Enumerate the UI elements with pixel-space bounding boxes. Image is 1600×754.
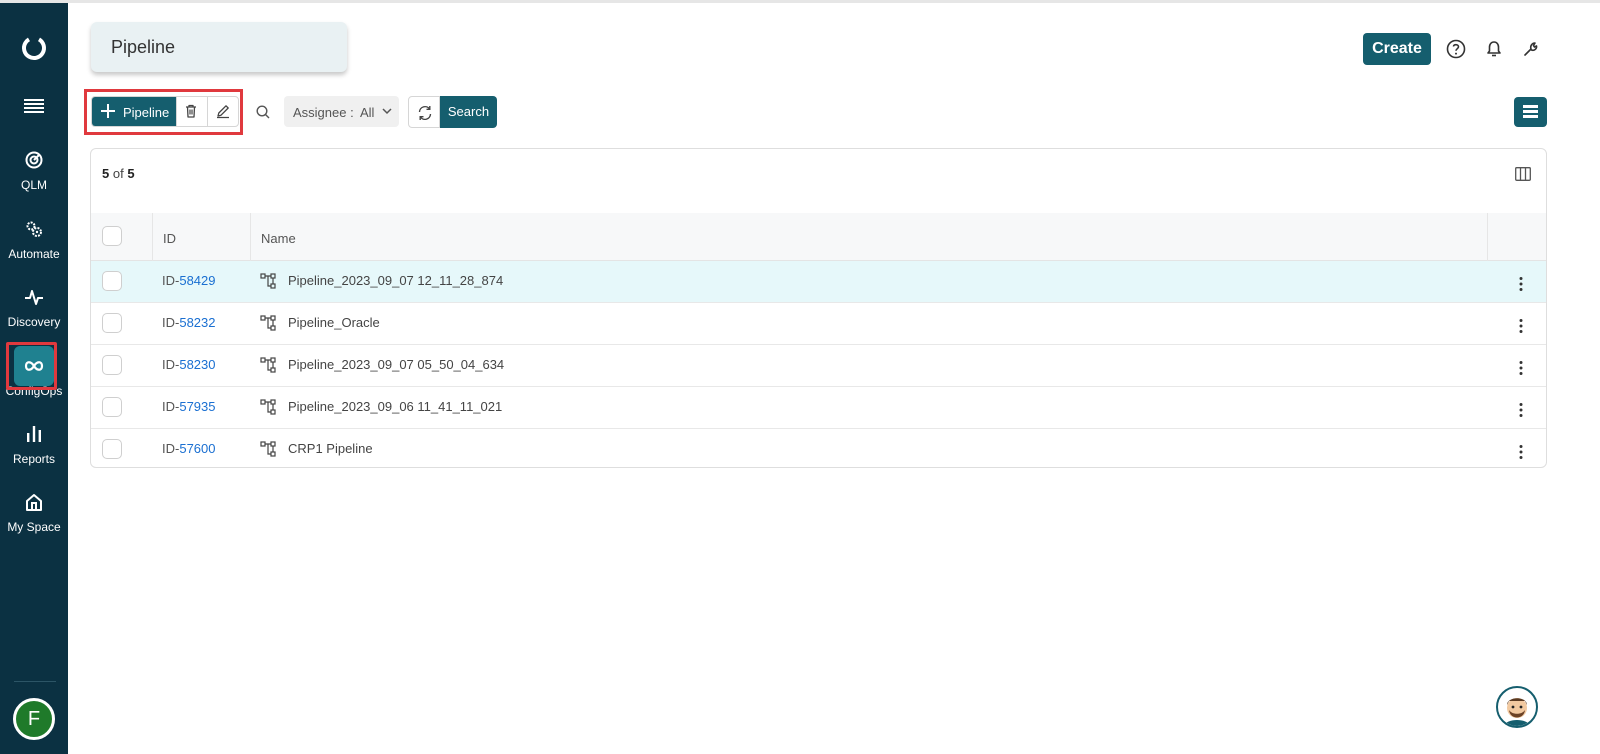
column-divider [1487, 213, 1488, 261]
pipeline-table: 5 of 5 ID Name ID-58429 Pipeline_2023_09_… [90, 148, 1547, 468]
wrench-icon[interactable] [1520, 38, 1542, 60]
column-header-id[interactable]: ID [163, 231, 176, 246]
column-divider [250, 213, 251, 261]
pipeline-icon [260, 441, 276, 457]
bar-chart-icon [27, 426, 41, 442]
sidebar-item-reports[interactable]: Reports [0, 424, 68, 486]
create-button[interactable]: Create [1363, 33, 1431, 65]
row-checkbox[interactable] [102, 271, 122, 291]
plus-icon [101, 104, 115, 118]
page-title-card: Pipeline [91, 22, 347, 72]
row-id-link[interactable]: ID-57600 [162, 441, 216, 456]
sidebar-divider [14, 681, 56, 682]
help-icon[interactable] [1445, 38, 1467, 60]
assignee-label: Assignee : [293, 105, 354, 120]
sidebar-item-label: Discovery [7, 315, 61, 329]
add-pipeline-label: Pipeline [123, 105, 170, 120]
row-id-number: 58429 [179, 273, 216, 288]
row-id-link[interactable]: ID-58429 [162, 273, 216, 288]
row-id-number: 57600 [179, 441, 216, 456]
sidebar-item-discovery[interactable]: Discovery [0, 287, 68, 349]
add-pipeline-button[interactable]: Pipeline [92, 97, 176, 126]
more-options-icon[interactable] [1518, 276, 1524, 292]
sidebar-item-label: My Space [7, 520, 61, 534]
more-options-icon[interactable] [1518, 360, 1524, 376]
row-checkbox[interactable] [102, 397, 122, 417]
row-name[interactable]: CRP1 Pipeline [288, 441, 373, 456]
menu-icon[interactable] [24, 99, 44, 113]
assistant-face-icon [1504, 698, 1530, 726]
table-row[interactable]: ID-57935 Pipeline_2023_09_06 11_41_11_021 [91, 387, 1546, 429]
pipeline-icon [260, 399, 276, 415]
row-checkbox[interactable] [102, 439, 122, 459]
refresh-icon [418, 105, 432, 121]
row-name[interactable]: Pipeline_Oracle [288, 315, 380, 330]
app-logo-icon[interactable] [21, 35, 47, 61]
edit-pencil-icon[interactable] [215, 103, 231, 119]
row-checkbox[interactable] [102, 313, 122, 333]
sidebar-item-label: Automate [8, 247, 60, 261]
top-border [0, 0, 1600, 3]
row-name[interactable]: Pipeline_2023_09_07 05_50_04_634 [288, 357, 504, 372]
sidebar-item-automate[interactable]: Automate [0, 219, 68, 281]
table-header: ID Name [91, 213, 1546, 261]
column-header-name[interactable]: Name [261, 231, 296, 246]
divider [176, 97, 177, 126]
columns-icon[interactable] [1515, 167, 1531, 181]
record-count: 5 of 5 [102, 166, 135, 181]
row-id-prefix: ID- [162, 357, 180, 372]
table-row[interactable]: ID-57600 CRP1 Pipeline [91, 429, 1546, 467]
target-icon [25, 151, 43, 169]
list-view-button[interactable] [1514, 97, 1547, 127]
more-options-icon[interactable] [1518, 318, 1524, 334]
select-all-checkbox[interactable] [102, 226, 122, 246]
row-id-prefix: ID- [162, 441, 180, 456]
table-row[interactable]: ID-58429 Pipeline_2023_09_07 12_11_28_874 [91, 261, 1546, 303]
sidebar: QLM Automate Discovery ConfigOps Reports [0, 3, 68, 754]
row-name[interactable]: Pipeline_2023_09_07 12_11_28_874 [288, 273, 503, 288]
divider [207, 97, 208, 126]
pipeline-icon [260, 315, 276, 331]
refresh-button[interactable] [408, 96, 440, 128]
pipeline-icon [260, 357, 276, 373]
assignee-filter-dropdown[interactable]: Assignee : All [284, 96, 399, 127]
sidebar-item-qlm[interactable]: QLM [0, 150, 68, 212]
pipeline-actions-group: Pipeline [91, 96, 239, 127]
trash-icon[interactable] [183, 103, 199, 119]
column-divider [152, 213, 153, 261]
row-name[interactable]: Pipeline_2023_09_06 11_41_11_021 [288, 399, 502, 414]
search-button[interactable]: Search [440, 96, 497, 128]
row-id-number: 57935 [179, 399, 216, 414]
search-icon[interactable] [255, 104, 271, 120]
row-id-number: 58232 [179, 315, 216, 330]
sidebar-item-my-space[interactable]: My Space [0, 492, 68, 554]
pulse-icon [25, 290, 43, 305]
gears-icon [26, 221, 42, 237]
row-id-prefix: ID- [162, 399, 180, 414]
row-id-number: 58230 [179, 357, 216, 372]
row-id-prefix: ID- [162, 273, 180, 288]
more-options-icon[interactable] [1518, 444, 1524, 460]
row-id-prefix: ID- [162, 315, 180, 330]
assistant-bot-avatar[interactable] [1496, 686, 1538, 728]
home-icon [26, 494, 42, 511]
row-id-link[interactable]: ID-58232 [162, 315, 216, 330]
sidebar-item-label: QLM [20, 178, 47, 192]
table-row[interactable]: ID-58232 Pipeline_Oracle [91, 303, 1546, 345]
row-id-link[interactable]: ID-57935 [162, 399, 216, 414]
list-view-icon [1523, 105, 1538, 118]
highlight-annotation-box [6, 342, 57, 390]
row-checkbox[interactable] [102, 355, 122, 375]
pipeline-icon [260, 273, 276, 289]
table-row[interactable]: ID-58230 Pipeline_2023_09_07 05_50_04_634 [91, 345, 1546, 387]
bell-icon[interactable] [1483, 38, 1505, 60]
chevron-down-icon [382, 108, 392, 115]
sidebar-item-label: Reports [12, 452, 56, 466]
row-id-link[interactable]: ID-58230 [162, 357, 216, 372]
assignee-value: All [360, 105, 375, 120]
user-avatar[interactable]: F [13, 698, 55, 740]
page-title: Pipeline [111, 37, 176, 57]
more-options-icon[interactable] [1518, 402, 1524, 418]
